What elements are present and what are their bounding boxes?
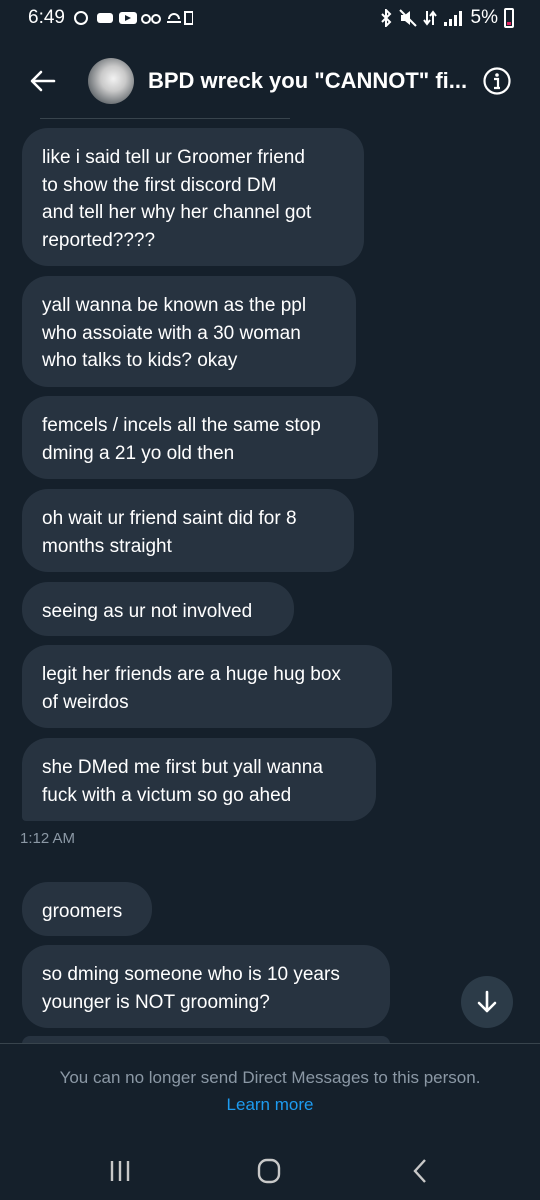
arrow-down-icon xyxy=(477,990,497,1013)
conversation-header: BPD wreck you "CANNOT" fi... xyxy=(0,46,540,116)
back-nav-icon[interactable] xyxy=(400,1156,440,1186)
avatar[interactable] xyxy=(88,58,134,104)
message-bubble[interactable]: she DMed me first but yall wanna fuck wi… xyxy=(22,738,376,821)
message-bubble[interactable]: legit her friends are a huge hug box of … xyxy=(22,645,392,728)
battery-icon xyxy=(504,8,514,28)
data-icon xyxy=(422,10,437,26)
status-time: 6:49 xyxy=(28,7,65,28)
message-bubble[interactable]: femcels / incels all the same stop dming… xyxy=(22,396,378,479)
signal-icon xyxy=(443,11,462,26)
top-divider xyxy=(40,118,290,119)
status-left: 6:49 xyxy=(28,7,193,29)
footer-divider xyxy=(0,1043,540,1044)
arrow-left-icon[interactable] xyxy=(28,66,58,96)
message-bubble[interactable]: so dming someone who is 10 years younger… xyxy=(22,945,390,1028)
conversation-title[interactable]: BPD wreck you "CANNOT" fi... xyxy=(148,68,478,94)
bluetooth-icon xyxy=(380,9,391,27)
status-bar: 6:49 5% xyxy=(0,0,540,36)
message-timestamp: 1:12 AM xyxy=(20,830,76,847)
home-icon[interactable] xyxy=(249,1156,289,1186)
message-bubble[interactable]: groomers xyxy=(22,882,152,936)
scroll-down-button[interactable] xyxy=(461,976,513,1028)
notification-icons xyxy=(73,11,193,25)
message-bubble[interactable]: like i said tell ur Groomer friend to sh… xyxy=(22,128,364,266)
status-right: 5% xyxy=(379,7,514,29)
system-nav-bar xyxy=(0,1140,540,1200)
dm-disabled-notice: You can no longer send Direct Messages t… xyxy=(59,1068,481,1087)
info-icon[interactable] xyxy=(482,66,512,96)
learn-more-row: Learn more xyxy=(0,1095,540,1115)
message-bubble[interactable]: yall wanna be known as the ppl who assoi… xyxy=(22,276,356,387)
recent-apps-icon[interactable] xyxy=(100,1156,140,1186)
message-bubble[interactable]: oh wait ur friend saint did for 8 months… xyxy=(22,489,354,572)
message-bubble[interactable]: seeing as ur not involved xyxy=(22,582,294,636)
learn-more-link[interactable]: Learn more xyxy=(227,1095,314,1114)
mute-icon xyxy=(398,9,417,27)
battery-percent: 5% xyxy=(470,7,498,28)
